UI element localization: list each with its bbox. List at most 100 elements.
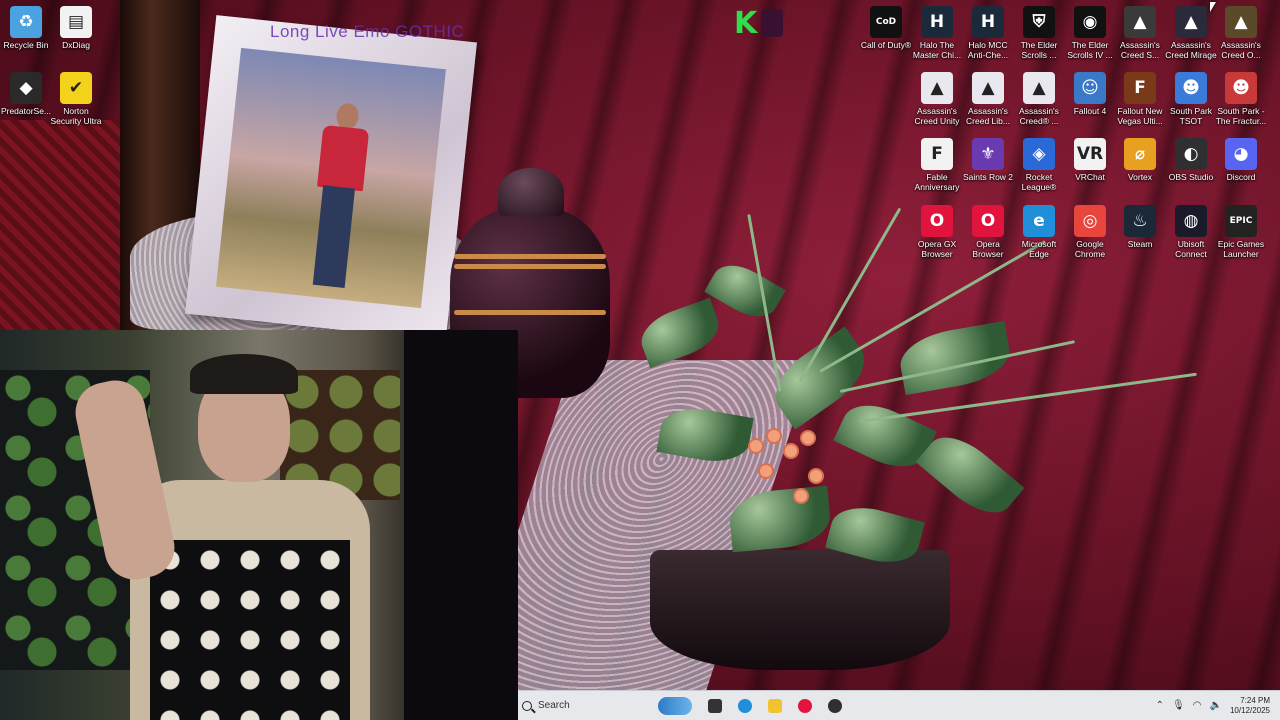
desktop-icon-label: DxDiag [62,40,90,50]
desktop-icon-label: Opera GX Browser [917,239,957,259]
desktop-icon[interactable]: ▲ Assassin's Creed Unity [911,72,963,126]
desktop-icon-label: Assassin's Creed® ... [1019,106,1059,126]
taskbar-app-button[interactable] [790,691,820,720]
desktop-icon-label: Halo The Master Chi... [912,40,962,60]
desktop-icon[interactable]: ⚜ Saints Row 2 [962,138,1014,182]
assassins-creed-liberation-icon: ▲ [972,72,1004,104]
halo-anticheat-icon: H [972,6,1004,38]
norton-icon: ✔ [60,72,92,104]
desktop-icon-label: Steam [1127,239,1153,249]
desktop-icon[interactable]: ◆ PredatorSe... [0,72,52,116]
desktop-icon-label: VRChat [1075,172,1105,182]
webcam-person [69,340,400,720]
vrchat-icon: VR [1074,138,1106,170]
desktop-icon-label: Assassin's Creed Mirage [1165,40,1217,60]
desktop-icon[interactable]: ◍ Ubisoft Connect [1165,205,1217,259]
desktop-icon-label: Assassin's Creed Unity [914,106,960,126]
desktop-icon-label: Fallout New Vegas Ulti... [1117,106,1163,126]
vortex-icon: ⌀ [1124,138,1156,170]
predator-sense-icon: ◆ [10,72,42,104]
desktop-icon[interactable]: O Opera GX Browser [911,205,963,259]
desktop-icon[interactable]: EPIC Epic Games Launcher [1215,205,1267,259]
desktop-icon-label: Ubisoft Connect [1175,239,1207,259]
taskbar-clock[interactable]: 7:24 PM 10/12/2025 [1230,696,1270,716]
edge-taskbar-icon [738,698,752,713]
desktop-icon[interactable]: VR VRChat [1064,138,1116,182]
desktop-icon[interactable]: ▲ Assassin's Creed® ... [1013,72,1065,126]
desktop-icon[interactable]: ◈ Rocket League® [1013,138,1065,192]
taskbar-app-button[interactable] [730,691,760,720]
wallpaper-photo-frame [185,15,477,341]
south-park-tsot-icon: ☻ [1175,72,1207,104]
desktop-icon-label: Assassin's Creed O... [1221,40,1261,60]
desktop-icon-label: OBS Studio [1168,172,1214,182]
desktop-icon[interactable]: ◐ OBS Studio [1165,138,1217,182]
desktop-icon-label: Recycle Bin [3,40,49,50]
obs-studio-icon: ◐ [1175,138,1207,170]
desktop-icon[interactable]: ▲ Assassin's Creed Mirage [1165,6,1217,60]
document-icon: ▤ [60,6,92,38]
desktop-icon-label: The Elder Scrolls IV ... [1067,40,1113,60]
microphone-icon[interactable]: 🎙 [1172,700,1185,711]
epic-games-icon: EPIC [1225,205,1257,237]
desktop-icon-label: Opera Browser [972,239,1004,259]
taskbar-app-button[interactable] [760,691,790,720]
desktop-icon[interactable]: H Halo The Master Chi... [911,6,963,60]
clock-date: 10/12/2025 [1229,705,1270,715]
corner-logo-icon [761,9,784,37]
desktop-icon[interactable]: F Fallout New Vegas Ulti... [1114,72,1166,126]
corner-logo: K [734,6,796,41]
desktop-icon[interactable]: H Halo MCC Anti-Che... [962,6,1014,60]
overlay-title: Long Live Emo GOTHIC [270,22,465,41]
desktop-icon[interactable]: O Opera Browser [962,205,1014,259]
taskbar-search[interactable]: Search [518,691,658,720]
assassins-creed-unity-icon: ▲ [921,72,953,104]
desktop-icon[interactable]: ◎ Google Chrome [1064,205,1116,259]
desktop-icon[interactable]: ◉ The Elder Scrolls IV ... [1064,6,1116,60]
desktop-icon-label: Assassin's Creed S... [1120,40,1160,60]
taskbar-app-button[interactable] [820,691,850,720]
taskbar-app-button[interactable] [700,691,730,720]
desktop-icon[interactable]: ✔ Norton Security Ultra [50,72,102,126]
webcam-overlay [0,330,518,720]
desktop-icon[interactable]: F Fable Anniversary [911,138,963,192]
desktop-icon[interactable]: ▲ Assassin's Creed O... [1215,6,1267,60]
desktop-icon[interactable]: ⌀ Vortex [1114,138,1166,182]
opera-gx-icon: O [921,205,953,237]
desktop-icon[interactable]: ▲ Assassin's Creed Lib... [962,72,1014,126]
desktop-icon[interactable]: ☺ Fallout 4 [1064,72,1116,116]
chevron-up-icon[interactable]: ⌃ [1156,700,1164,711]
oblivion-icon: ◉ [1074,6,1106,38]
desktop-icon[interactable]: ☻ South Park - The Fractur... [1215,72,1267,126]
steam-icon: ♨ [1124,205,1156,237]
widgets-icon[interactable] [658,696,692,715]
search-icon [522,700,532,711]
desktop-icon-label: Fallout 4 [1073,106,1107,116]
task-view-icon [708,698,722,713]
desktop-icon[interactable]: ◕ Discord [1215,138,1267,182]
edge-icon: e [1023,205,1055,237]
volume-icon[interactable]: 🔈 [1210,700,1222,711]
desktop-icon-label: Google Chrome [1074,239,1106,259]
desktop-icon-label: Saints Row 2 [962,172,1014,182]
desktop-icon[interactable]: ⛨ The Elder Scrolls ... [1013,6,1065,60]
assassins-creed-mirage-icon: ▲ [1175,6,1207,38]
desktop-icon[interactable]: ▲ Assassin's Creed S... [1114,6,1166,60]
desktop-icon-label: Epic Games Launcher [1217,239,1265,259]
desktop-icon[interactable]: CoD Call of Duty® [860,6,912,50]
desktop-icon-label: Halo MCC Anti-Che... [967,40,1009,60]
wifi-icon[interactable]: ◠ [1193,700,1202,711]
assassins-creed-icon: ▲ [1124,6,1156,38]
taskbar: Search ⌃ 🎙 ◠ 🔈 7:24 PM 10/12/2025 [518,690,1280,720]
mouse-cursor [1210,2,1216,12]
desktop-icon[interactable]: ♨ Steam [1114,205,1166,249]
desktop-icon[interactable]: ♻ Recycle Bin [0,6,52,50]
desktop-icon[interactable]: ☻ South Park TSOT [1165,72,1217,126]
saints-row-icon: ⚜ [972,138,1004,170]
desktop-icon[interactable]: ▤ DxDiag [50,6,102,50]
obs-taskbar-icon [828,698,842,713]
rocket-league-icon: ◈ [1023,138,1055,170]
desktop-icon[interactable]: e Microsoft Edge [1013,205,1065,259]
wallpaper-plant [620,190,1197,670]
desktop-icon-label: Fable Anniversary [914,172,960,192]
